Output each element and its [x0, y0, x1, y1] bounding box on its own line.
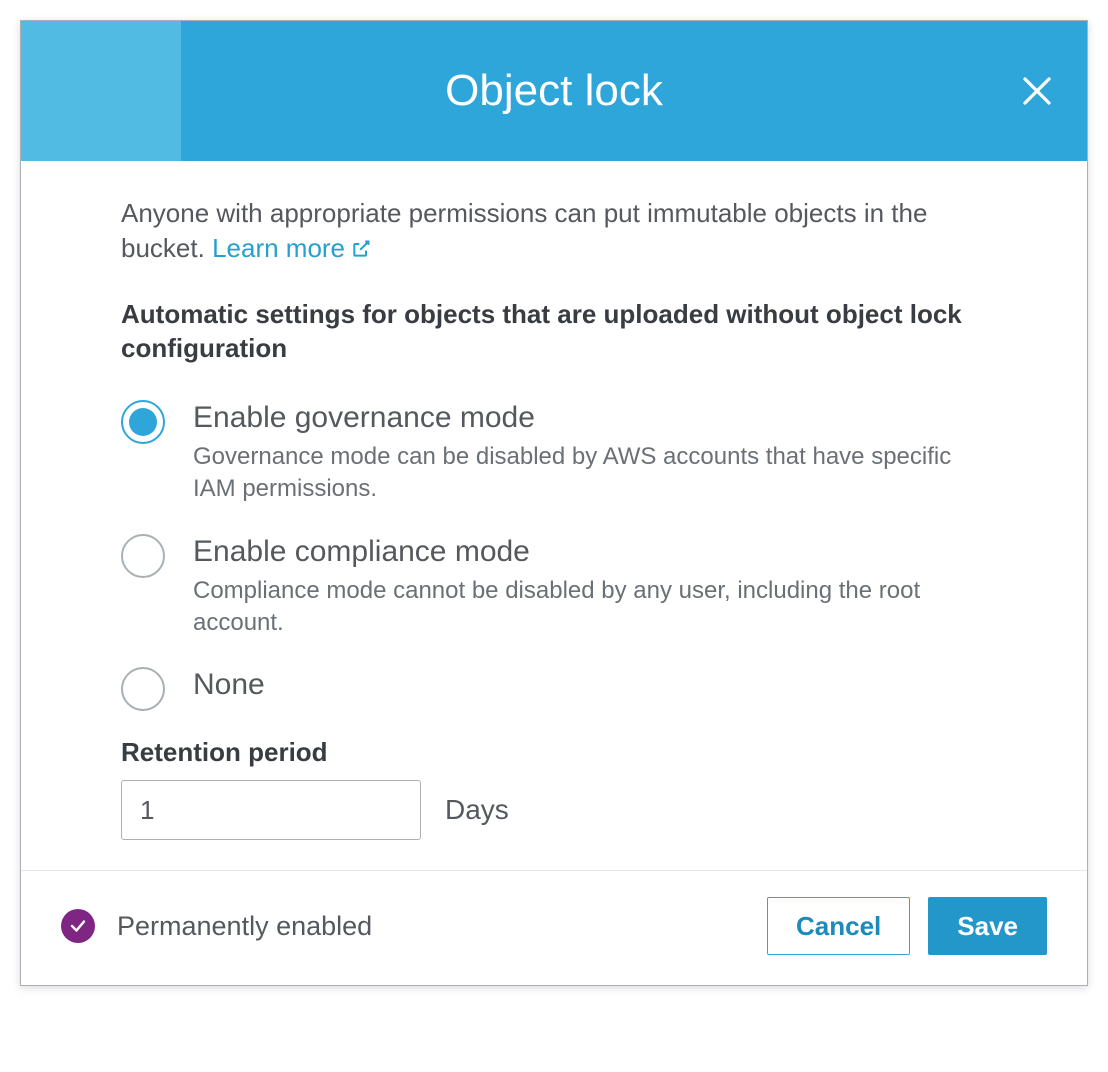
- status-check-badge: [61, 909, 95, 943]
- radio-content: Enable governance mode Governance mode c…: [193, 398, 987, 506]
- footer-actions: Cancel Save: [767, 897, 1047, 955]
- radio-content: None: [193, 665, 987, 704]
- dialog-header: Object lock: [21, 21, 1087, 161]
- footer-status-text: Permanently enabled: [117, 911, 372, 942]
- mode-radio-group: Enable governance mode Governance mode c…: [121, 398, 987, 712]
- object-lock-dialog: Object lock Anyone with appropriate perm…: [20, 20, 1088, 986]
- dialog-description: Anyone with appropriate permissions can …: [121, 196, 987, 266]
- radio-label-none[interactable]: None: [193, 665, 987, 704]
- close-button[interactable]: [1015, 69, 1059, 113]
- retention-unit: Days: [445, 794, 509, 826]
- radio-desc-compliance: Compliance mode cannot be disabled by an…: [193, 575, 987, 640]
- radio-content: Enable compliance mode Compliance mode c…: [193, 532, 987, 640]
- dialog-body: Anyone with appropriate permissions can …: [21, 161, 1087, 870]
- radio-none[interactable]: [121, 667, 165, 711]
- header-accent: [21, 21, 181, 161]
- radio-option-compliance: Enable compliance mode Compliance mode c…: [121, 532, 987, 640]
- close-icon: [1019, 73, 1055, 109]
- radio-compliance[interactable]: [121, 534, 165, 578]
- learn-more-link[interactable]: Learn more: [212, 231, 371, 266]
- section-heading: Automatic settings for objects that are …: [121, 298, 987, 366]
- external-link-icon: [351, 239, 371, 259]
- dialog-title: Object lock: [445, 66, 663, 116]
- save-button[interactable]: Save: [928, 897, 1047, 955]
- radio-option-none: None: [121, 665, 987, 711]
- footer-status-group: Permanently enabled: [61, 909, 372, 943]
- radio-governance[interactable]: [121, 400, 165, 444]
- radio-label-compliance[interactable]: Enable compliance mode: [193, 532, 987, 571]
- cancel-button[interactable]: Cancel: [767, 897, 910, 955]
- retention-label: Retention period: [121, 737, 987, 768]
- dialog-footer: Permanently enabled Cancel Save: [21, 870, 1087, 985]
- retention-input[interactable]: [121, 780, 421, 840]
- radio-desc-governance: Governance mode can be disabled by AWS a…: [193, 441, 987, 506]
- retention-row: Days: [121, 780, 987, 840]
- learn-more-text: Learn more: [212, 231, 345, 266]
- check-icon: [69, 917, 87, 935]
- radio-option-governance: Enable governance mode Governance mode c…: [121, 398, 987, 506]
- radio-label-governance[interactable]: Enable governance mode: [193, 398, 987, 437]
